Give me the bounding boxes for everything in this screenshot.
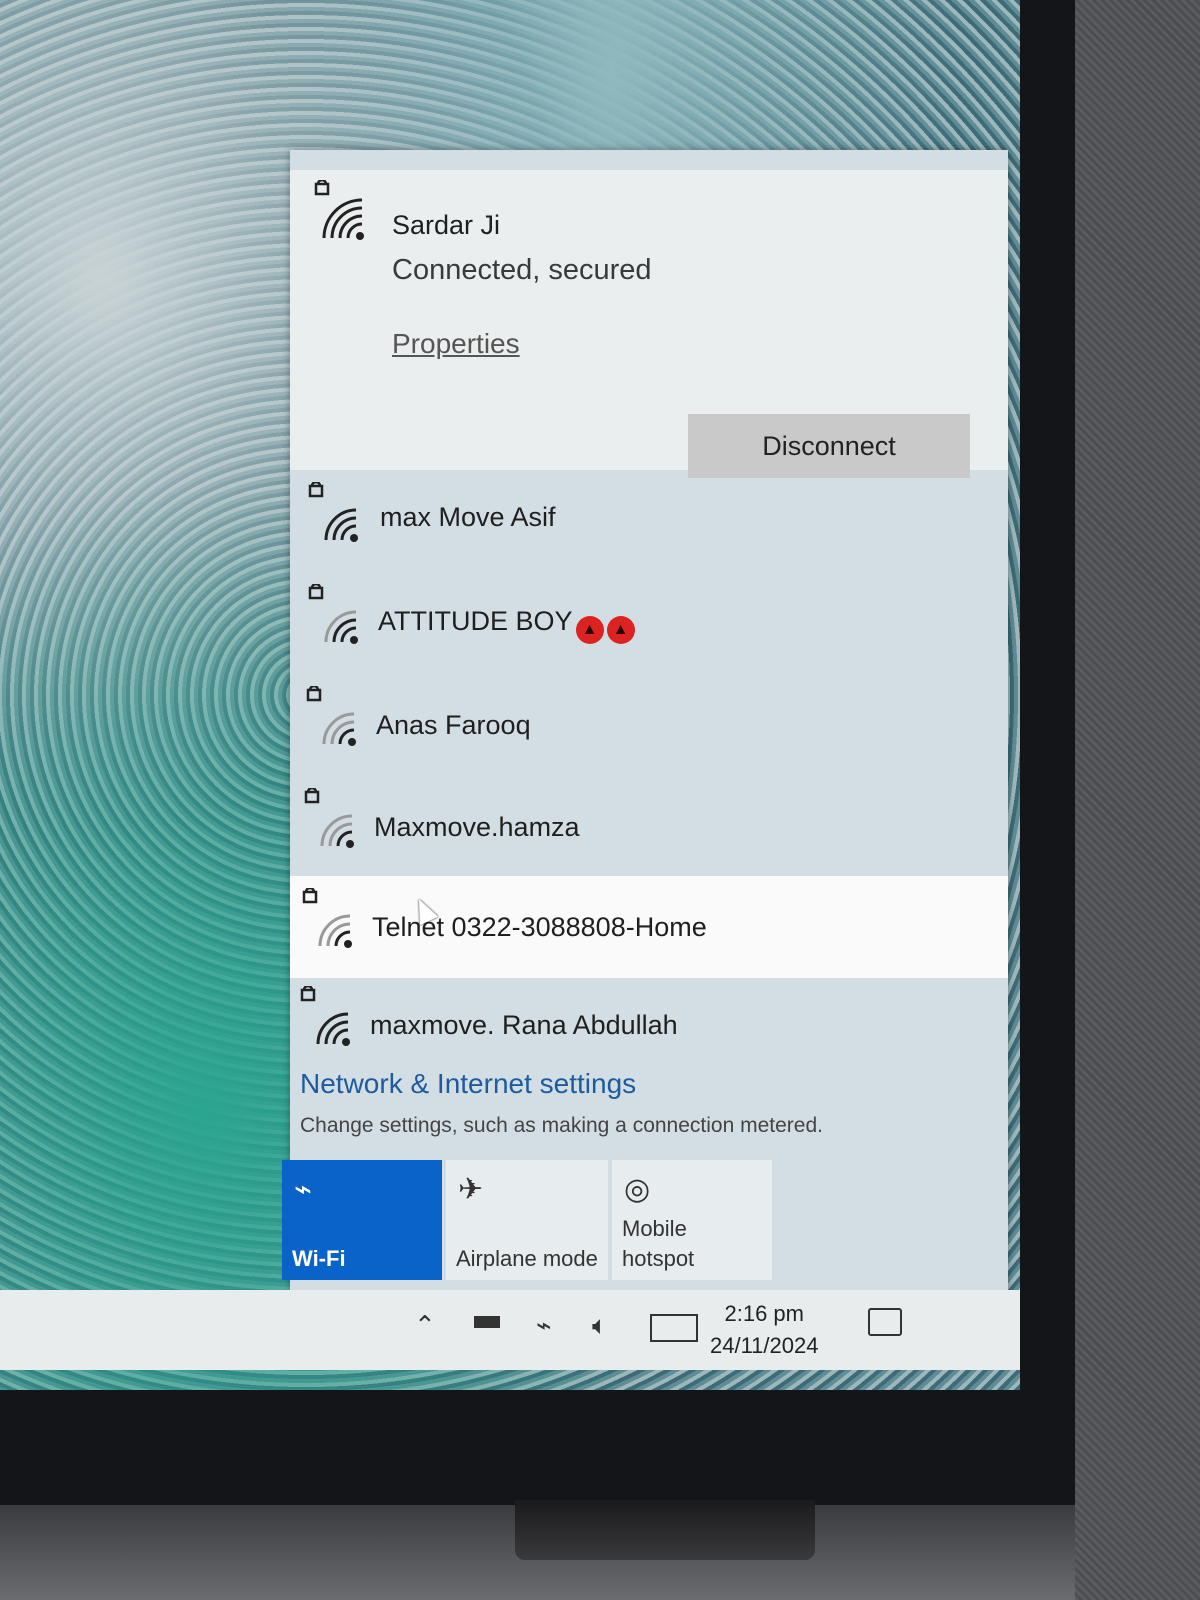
notification-icon[interactable]	[868, 1308, 902, 1336]
taskbar: ⌃ ⌁ 🔈︎ 2:16 pm 24/11/2024	[0, 1290, 1020, 1370]
wifi-toggle-tile[interactable]: ⌁ Wi-Fi	[282, 1160, 442, 1280]
network-ssid: ATTITUDE BOY	[378, 606, 573, 636]
network-ssid: Anas Farooq	[376, 710, 531, 740]
clock-time: 2:16 pm	[724, 1301, 804, 1326]
hotspot-tile-label-line2: hotspot	[622, 1246, 695, 1271]
network-flyout: Sardar Ji Connected, secured Properties …	[282, 150, 1008, 1290]
network-list-item[interactable]: maxmove. Rana Abdullah	[290, 976, 1008, 1066]
devil-face-icon: ▲	[575, 616, 604, 644]
settings-description: Change settings, such as making a connec…	[300, 1114, 823, 1137]
network-list-item[interactable]: Maxmove.hamza	[290, 776, 1008, 878]
network-internet-settings-link[interactable]: Network & Internet settings	[300, 1068, 636, 1100]
airplane-tile-label: Airplane mode	[456, 1246, 598, 1271]
airplane-mode-tile[interactable]: ✈ Airplane mode	[446, 1160, 608, 1280]
wifi-icon: ⌁	[294, 1173, 313, 1206]
quick-actions: ⌁ Wi-Fi ✈ Airplane mode ◎ Mobile hotspot	[282, 1160, 782, 1282]
network-ssid: maxmove. Rana Abdullah	[370, 1010, 678, 1040]
secured-wifi-icon	[306, 582, 362, 646]
laptop-hinge	[515, 1500, 815, 1560]
mobile-hotspot-tile[interactable]: ◎ Mobile hotspot	[612, 1160, 772, 1280]
secured-wifi-icon	[306, 480, 362, 544]
chevron-up-icon[interactable]: ⌃	[414, 1310, 436, 1341]
desktop-wallpaper: Sardar Ji Connected, secured Properties …	[0, 0, 1020, 1390]
connected-ssid: Sardar Ji	[392, 210, 501, 240]
network-list-item-hovered[interactable]: Telnet 0322-3088808-Home	[290, 876, 1008, 978]
volume-icon[interactable]: 🔈︎	[592, 1310, 608, 1342]
wifi-tile-label: Wi-Fi	[292, 1246, 346, 1271]
devil-face-icon: ▲	[606, 616, 635, 644]
keyboard-icon[interactable]	[650, 1314, 698, 1342]
hotspot-icon: ◎	[624, 1173, 651, 1206]
connection-status: Connected, secured	[392, 254, 652, 286]
airplane-icon: ✈	[458, 1173, 484, 1206]
background-fabric	[1075, 0, 1200, 1600]
wifi-icon[interactable]: ⌁	[536, 1310, 552, 1341]
network-ssid: Maxmove.hamza	[374, 812, 580, 842]
network-ssid: max Move Asif	[380, 502, 556, 532]
network-list-item[interactable]: ATTITUDE BOY ▲ ▲	[290, 572, 1008, 674]
secured-wifi-icon	[312, 178, 368, 242]
battery-icon[interactable]	[474, 1316, 500, 1328]
secured-wifi-icon	[304, 684, 360, 748]
properties-link[interactable]: Properties	[392, 328, 520, 360]
connected-network-panel[interactable]: Sardar Ji Connected, secured Properties …	[290, 170, 1008, 478]
disconnect-button[interactable]: Disconnect	[688, 414, 970, 478]
secured-wifi-icon	[302, 786, 358, 850]
secured-wifi-icon	[298, 984, 354, 1048]
network-list-item[interactable]: max Move Asif	[290, 470, 1008, 572]
clock[interactable]: 2:16 pm 24/11/2024	[710, 1298, 818, 1362]
network-ssid-attitude-boy: ATTITUDE BOY ▲ ▲	[378, 606, 635, 644]
secured-wifi-icon	[300, 886, 356, 950]
hotspot-tile-label-line1: Mobile	[622, 1216, 687, 1241]
network-list-item[interactable]: Anas Farooq	[290, 674, 1008, 776]
clock-date: 24/11/2024	[710, 1333, 819, 1358]
